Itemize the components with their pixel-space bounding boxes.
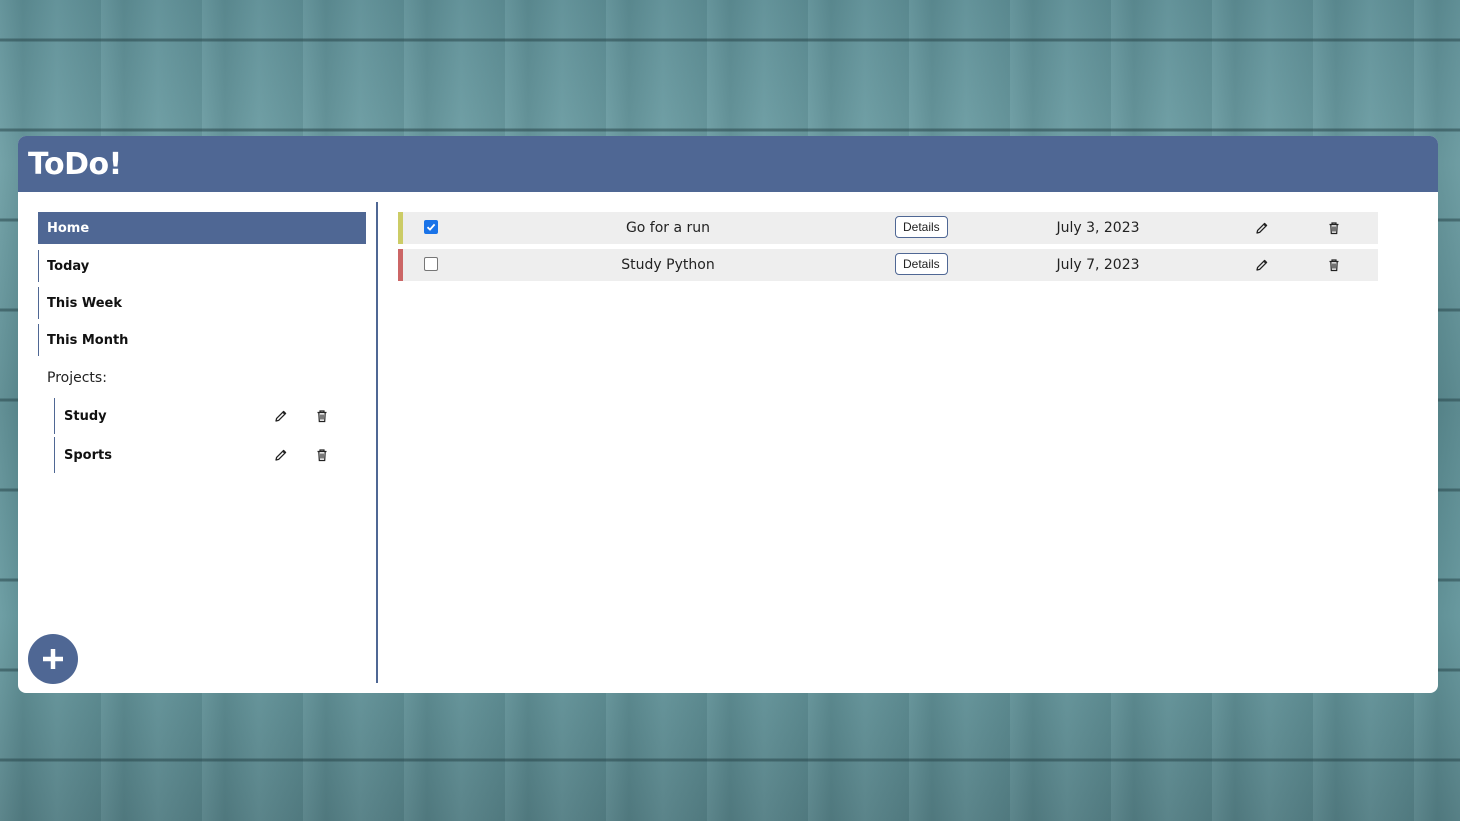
trash-icon[interactable] (313, 407, 331, 425)
nav-item-today[interactable]: Today (38, 250, 366, 282)
sidebar: Home Today This Week This Month Projects… (18, 192, 376, 693)
nav-item-label: Today (47, 258, 90, 274)
details-button[interactable]: Details (895, 216, 948, 238)
trash-icon[interactable] (1325, 256, 1343, 274)
add-button[interactable] (28, 634, 78, 684)
nav-item-this-week[interactable]: This Week (38, 287, 366, 319)
app-header: ToDo! (18, 136, 1438, 192)
todo-list: Go for a run Details July 3, 2023 Study … (398, 212, 1378, 286)
pencil-icon[interactable] (1253, 219, 1271, 237)
project-item-study: Study (54, 398, 344, 434)
pencil-icon[interactable] (1253, 256, 1271, 274)
nav-item-label: This Week (47, 295, 122, 311)
project-name[interactable]: Study (64, 409, 344, 424)
todo-row: Study Python Details July 7, 2023 (398, 249, 1378, 281)
todo-title: Go for a run (625, 220, 711, 236)
app-title: ToDo! (28, 146, 122, 182)
todo-checkbox[interactable] (424, 257, 438, 271)
sidebar-divider (376, 202, 378, 683)
todo-date: July 3, 2023 (1056, 220, 1140, 236)
projects-heading: Projects: (47, 370, 107, 386)
nav-item-home[interactable]: Home (38, 212, 366, 244)
todo-date: July 7, 2023 (1056, 257, 1140, 273)
checkmark-icon (426, 223, 436, 231)
project-item-sports: Sports (54, 437, 344, 473)
todo-checkbox[interactable] (424, 220, 438, 234)
trash-icon[interactable] (313, 446, 331, 464)
todo-row: Go for a run Details July 3, 2023 (398, 212, 1378, 244)
project-name[interactable]: Sports (64, 448, 344, 463)
nav-item-this-month[interactable]: This Month (38, 324, 366, 356)
nav-item-label: This Month (47, 332, 129, 348)
pencil-icon[interactable] (272, 407, 290, 425)
app-window: ToDo! Home Today This Week This Month Pr… (18, 136, 1438, 693)
todo-title: Study Python (621, 257, 715, 273)
nav-item-label: Home (47, 220, 90, 236)
trash-icon[interactable] (1325, 219, 1343, 237)
pencil-icon[interactable] (272, 446, 290, 464)
plus-icon (43, 649, 63, 669)
details-button[interactable]: Details (895, 253, 948, 275)
